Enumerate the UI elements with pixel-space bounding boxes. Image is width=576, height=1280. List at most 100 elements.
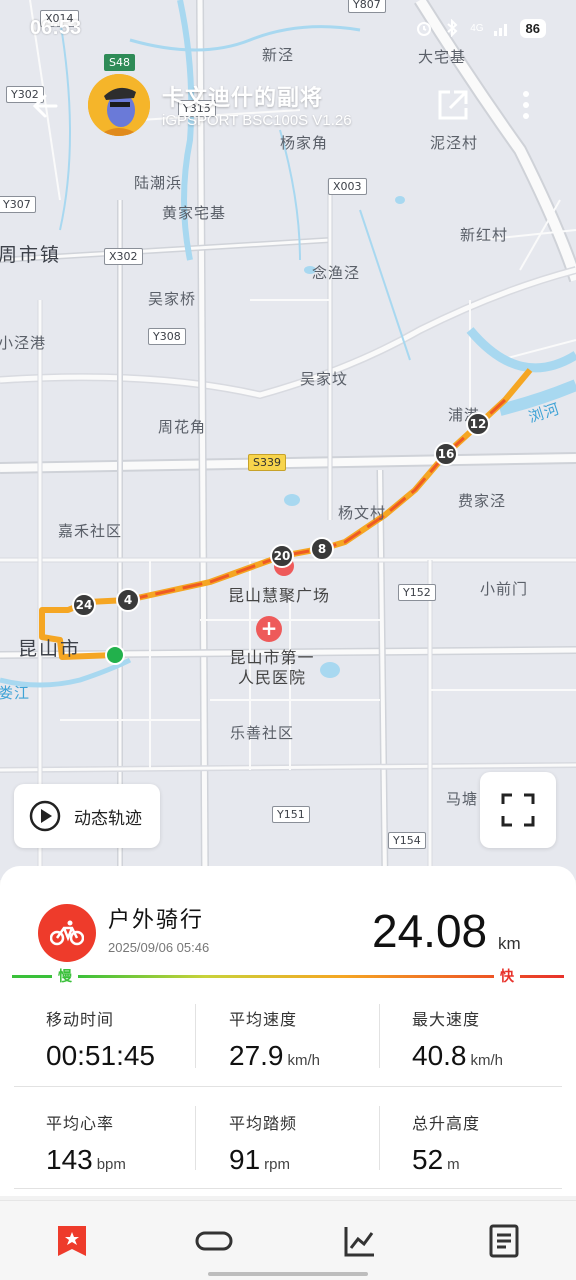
nav-overview-tab[interactable]: [52, 1221, 92, 1261]
place-label: 乐善社区: [230, 724, 295, 742]
share-button[interactable]: [436, 88, 470, 122]
stat-label: 平均心率: [46, 1114, 115, 1133]
animated-track-button[interactable]: 动态轨迹: [14, 784, 160, 848]
fast-label: 快: [494, 966, 520, 986]
stat-unit: km/h: [470, 1052, 504, 1069]
hospital-icon: +: [256, 616, 282, 642]
bottom-navigation: [0, 1200, 576, 1280]
activity-header: 卡文迪什的副将 iGPSPORT BSC100S V1.26: [0, 70, 576, 142]
stat-label: 移动时间: [46, 1010, 115, 1029]
stat-unit: rpm: [264, 1156, 290, 1173]
bookmark-star-icon: [58, 1226, 86, 1256]
stat-label: 最大速度: [412, 1010, 481, 1029]
distance-unit: km: [498, 934, 521, 953]
km-marker: 4: [116, 588, 140, 612]
stat-avg-speed: 平均速度 27.9 km/h: [229, 1006, 399, 1072]
loop-track-icon: [195, 1231, 233, 1251]
alarm-icon: [414, 18, 434, 38]
device-name: iGPSPORT BSC100S V1.26: [162, 112, 352, 129]
divider: [195, 1004, 196, 1068]
status-bar: 06:53 4G 86: [0, 0, 576, 56]
road-code: S339: [248, 454, 286, 471]
divider: [379, 1004, 380, 1068]
stat-value: 27.9: [229, 1040, 284, 1071]
home-indicator[interactable]: [208, 1272, 368, 1276]
stat-unit: m: [447, 1156, 460, 1173]
road-code: Y308: [148, 328, 186, 345]
stat-value: 91: [229, 1144, 261, 1175]
place-label: 吴家桥: [148, 290, 197, 308]
road-code: X302: [104, 248, 143, 265]
poi-label: 昆山慧聚广场: [228, 586, 331, 605]
place-label: 马塘: [446, 790, 479, 808]
fullscreen-icon: [501, 793, 535, 827]
road-code: S48: [104, 54, 135, 71]
status-icons: 4G 86: [414, 18, 546, 38]
place-label: 周花角: [158, 418, 207, 436]
activity-type: 户外骑行: [108, 908, 205, 933]
place-label: 费家泾: [458, 492, 507, 510]
fullscreen-button[interactable]: [480, 772, 556, 848]
stat-moving-time: 移动时间 00:51:45: [46, 1006, 216, 1072]
road-code: Y154: [388, 832, 426, 849]
chart-line-icon: [344, 1227, 374, 1257]
arrow-left-icon: [32, 94, 58, 118]
share-icon: [438, 90, 468, 120]
stat-label: 总升高度: [412, 1114, 481, 1133]
more-options-button[interactable]: [514, 86, 538, 124]
stat-label: 平均踏频: [229, 1114, 298, 1133]
status-time: 06:53: [30, 16, 82, 39]
more-vertical-icon: [523, 91, 529, 119]
stat-unit: km/h: [287, 1052, 321, 1069]
back-button[interactable]: [28, 88, 64, 124]
km-marker: 12: [466, 412, 490, 436]
nav-track-tab[interactable]: [194, 1221, 234, 1261]
km-marker: 16: [434, 442, 458, 466]
stat-value: 143: [46, 1144, 93, 1175]
stat-total-ascent: 总升高度 52 m: [412, 1110, 576, 1176]
road-code: Y307: [0, 196, 36, 213]
speed-color-legend: 慢 快: [12, 964, 564, 988]
divider: [14, 1188, 562, 1189]
animated-track-label: 动态轨迹: [74, 808, 142, 829]
nav-detail-tab[interactable]: [484, 1221, 524, 1261]
route-map[interactable]: X014 Y807 S48 Y302 Y315 X003 Y307 X302 Y…: [0, 0, 576, 880]
stat-avg-cadence: 平均踏频 91 rpm: [229, 1110, 399, 1176]
user-name: 卡文迪什的副将: [162, 86, 324, 111]
divider: [195, 1106, 196, 1170]
stat-label: 平均速度: [229, 1010, 298, 1029]
stat-value: 00:51:45: [46, 1040, 155, 1071]
place-label: 嘉禾社区: [58, 522, 123, 540]
road-code: Y151: [272, 806, 310, 823]
km-marker: 24: [72, 593, 96, 617]
place-label: 昆山市: [18, 638, 82, 660]
river-label: 娄江: [0, 684, 31, 702]
place-label: 周市镇: [0, 244, 62, 266]
cycling-icon: [38, 904, 96, 962]
activity-date: 2025/09/06 05:46: [108, 940, 210, 955]
activity-summary-panel: 户外骑行 2025/09/06 05:46 24.08 km 慢 快 移动时间 …: [0, 866, 576, 1196]
km-marker: 8: [310, 537, 334, 561]
document-list-icon: [489, 1224, 519, 1258]
battery-indicator: 86: [519, 18, 546, 38]
total-distance: 24.08: [372, 905, 488, 957]
divider: [379, 1106, 380, 1170]
nav-chart-tab[interactable]: [340, 1221, 380, 1261]
km-marker: 20: [270, 544, 294, 568]
play-circle-icon: [29, 800, 61, 832]
avatar[interactable]: [88, 74, 150, 136]
road-code: Y152: [398, 584, 436, 601]
place-label: 吴家坟: [300, 370, 349, 388]
divider: [14, 1086, 562, 1087]
bluetooth-icon: [442, 18, 462, 38]
poi-label: 昆山市第一人民医院: [229, 648, 315, 687]
place-label: 念渔泾: [312, 264, 361, 282]
stat-value: 40.8: [412, 1040, 467, 1071]
place-label: 新红村: [460, 226, 509, 244]
slow-label: 慢: [52, 966, 78, 986]
stat-avg-heart-rate: 平均心率 143 bpm: [46, 1110, 216, 1176]
speed-gradient-bar: [12, 975, 564, 978]
stat-max-speed: 最大速度 40.8 km/h: [412, 1006, 576, 1072]
stat-unit: bpm: [96, 1156, 126, 1173]
road-code: X003: [328, 178, 367, 195]
